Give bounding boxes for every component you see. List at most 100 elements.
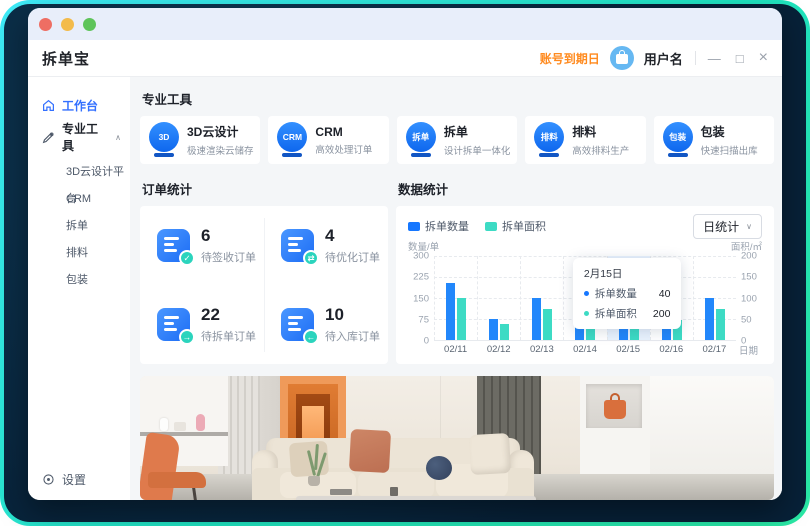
chart-plot: 2月15日 拆单数量 40 拆单面积 20 <box>434 256 736 341</box>
sidebar-item-packing[interactable]: 包装 <box>28 267 130 294</box>
gear-icon <box>42 473 55 486</box>
tool-card-subtitle: 极速渲染云储存 <box>187 143 254 157</box>
axis-tick: 150 <box>413 293 429 304</box>
chart-bar <box>532 298 541 340</box>
tool-card-title: 包装 <box>701 123 758 140</box>
tool-card-split-order[interactable]: 拆单 拆单 设计拆单一体化 <box>397 116 517 164</box>
home-icon <box>42 99 55 112</box>
chart-bar <box>705 298 714 340</box>
order-doc-icon: ← <box>281 308 314 341</box>
traffic-light-strip <box>28 8 782 40</box>
user-avatar[interactable] <box>610 46 634 70</box>
chart-tooltip: 2月15日 拆单数量 40 拆单面积 20 <box>573 258 682 329</box>
tool-card-nesting[interactable]: 排料 排料 高效排料生产 <box>525 116 645 164</box>
x-axis-title: 日期 <box>736 343 762 357</box>
period-selector-dropdown[interactable]: 日统计 ∨ <box>693 214 762 239</box>
stat-value: 6 <box>201 226 256 246</box>
pen-tool-icon <box>42 131 55 144</box>
tool-card-packing[interactable]: 包装 包装 快速扫描出库 <box>654 116 774 164</box>
zoom-traffic-light[interactable] <box>83 18 96 31</box>
tool-card-title: 排料 <box>572 123 629 140</box>
legend-item-area[interactable]: 拆单面积 <box>485 218 546 234</box>
x-axis-label: 02/17 <box>693 344 736 355</box>
chart-bar <box>543 309 552 340</box>
sidebar-item-settings[interactable]: 设置 <box>42 471 86 488</box>
sidebar-item-crm[interactable]: CRM <box>28 186 130 213</box>
legend-item-quantity[interactable]: 拆单数量 <box>408 218 469 234</box>
stat-value: 22 <box>201 305 256 325</box>
tool-cards-row: 3D 3D云设计 极速渲染云储存 CRM CRM 高效处理订单 <box>140 116 774 164</box>
app-window: 拆单宝 账号到期日 用户名 — □ × 工作台 专业工具 <box>28 8 782 500</box>
chart-category-slot <box>434 256 477 340</box>
tool-card-title: CRM <box>315 125 372 139</box>
stat-pending-inbound[interactable]: ← 10 待入库订单 <box>264 285 388 364</box>
sidebar-item-3d-cloud-design[interactable]: 3D云设计平台 <box>28 159 130 186</box>
close-traffic-light[interactable] <box>39 18 52 31</box>
chart-category-slot <box>520 256 563 340</box>
close-button[interactable]: × <box>759 49 768 67</box>
axis-tick: 225 <box>413 272 429 283</box>
stat-label: 待优化订单 <box>325 249 380 265</box>
stat-label: 待入库订单 <box>325 328 380 344</box>
chart-bar <box>457 298 466 340</box>
tool-card-3d-cloud-design[interactable]: 3D 3D云设计 极速渲染云储存 <box>140 116 260 164</box>
chart-category-slot <box>693 256 736 340</box>
crm-icon: CRM <box>277 122 307 158</box>
check-badge-icon: ✓ <box>179 250 195 266</box>
hero-photo <box>140 376 774 500</box>
tools-section-title: 专业工具 <box>142 89 774 108</box>
axis-tick: 150 <box>741 272 757 283</box>
tooltip-value: 200 <box>637 308 671 320</box>
axis-tick: 0 <box>424 336 429 347</box>
axis-tick: 100 <box>741 293 757 304</box>
sidebar-item-nesting[interactable]: 排料 <box>28 240 130 267</box>
arrow-left-badge-icon: ← <box>303 329 319 345</box>
stat-label: 待拆单订单 <box>201 328 256 344</box>
main-content: 专业工具 3D 3D云设计 极速渲染云储存 CRM CR <box>130 77 782 500</box>
data-section-title: 数据统计 <box>398 179 774 198</box>
minimize-button[interactable]: — <box>708 51 721 66</box>
stat-pending-optimize[interactable]: ⇄ 4 待优化订单 <box>264 206 388 285</box>
order-doc-icon: → <box>157 308 190 341</box>
3d-cloud-design-icon: 3D <box>149 122 179 158</box>
username[interactable]: 用户名 <box>644 49 683 68</box>
tool-card-title: 3D云设计 <box>187 123 254 140</box>
chart-bar <box>446 283 455 340</box>
account-expiry-link[interactable]: 账号到期日 <box>540 50 600 67</box>
x-axis-label: 02/15 <box>607 344 650 355</box>
x-axis-label: 02/14 <box>563 344 606 355</box>
stat-pending-split[interactable]: → 22 待拆单订单 <box>140 285 264 364</box>
tooltip-dot-teal <box>584 311 589 316</box>
chevron-up-icon: ∧ <box>115 133 121 142</box>
sidebar-item-split-order[interactable]: 拆单 <box>28 213 130 240</box>
chart-category-slot <box>477 256 520 340</box>
minimize-traffic-light[interactable] <box>61 18 74 31</box>
chevron-down-icon: ∨ <box>746 222 752 231</box>
tool-card-subtitle: 设计拆单一体化 <box>444 143 511 157</box>
tooltip-value: 40 <box>643 288 671 300</box>
tool-card-crm[interactable]: CRM CRM 高效处理订单 <box>268 116 388 164</box>
maximize-button[interactable]: □ <box>736 51 744 66</box>
stat-pending-sign[interactable]: ✓ 6 待签收订单 <box>140 206 264 285</box>
tool-card-subtitle: 快速扫描出库 <box>701 143 758 157</box>
x-axis-label: 02/11 <box>434 344 477 355</box>
split-order-icon: 拆单 <box>406 122 436 158</box>
sidebar-group-tools[interactable]: 专业工具 ∧ <box>28 127 130 147</box>
chart-bar <box>500 324 509 340</box>
axis-tick: 0 <box>741 336 746 347</box>
order-doc-icon: ✓ <box>157 229 190 262</box>
arrow-right-badge-icon: → <box>179 329 195 345</box>
axis-tick: 75 <box>418 314 429 325</box>
chart-legend: 拆单数量 拆单面积 <box>408 218 546 234</box>
order-doc-icon: ⇄ <box>281 229 314 262</box>
swap-badge-icon: ⇄ <box>303 250 319 266</box>
app-header: 拆单宝 账号到期日 用户名 — □ × <box>28 40 782 77</box>
x-axis-label: 02/13 <box>520 344 563 355</box>
nesting-icon: 排料 <box>534 122 564 158</box>
orders-section-title: 订单统计 <box>142 179 388 198</box>
tool-card-subtitle: 高效处理订单 <box>315 142 372 156</box>
x-axis-label: 02/12 <box>477 344 520 355</box>
axis-tick: 50 <box>741 314 752 325</box>
sidebar-item-workbench[interactable]: 工作台 <box>28 95 130 115</box>
x-axis-labels: 02/1102/1202/1302/1402/1502/1602/17 <box>434 344 736 355</box>
